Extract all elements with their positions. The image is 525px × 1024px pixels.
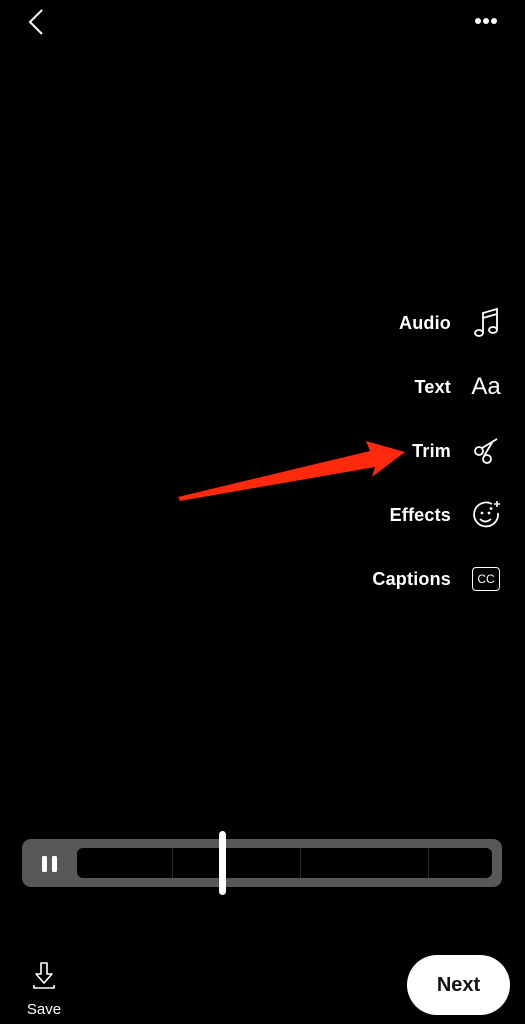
next-button[interactable]: Next	[407, 955, 510, 1015]
frame-divider	[300, 848, 301, 878]
tool-text[interactable]: Text Aa	[415, 367, 503, 407]
download-icon	[33, 962, 55, 989]
tool-audio[interactable]: Audio	[399, 303, 503, 343]
pause-button[interactable]	[42, 856, 58, 872]
back-button[interactable]	[24, 6, 54, 38]
video-filmstrip[interactable]	[77, 848, 492, 878]
save-label: Save	[26, 1001, 62, 1018]
pause-icon-bar	[52, 856, 57, 872]
save-button[interactable]: Save	[18, 960, 70, 1022]
scissors-icon	[469, 434, 503, 468]
face-sparkle-icon	[469, 498, 503, 532]
tool-trim[interactable]: Trim	[412, 431, 503, 471]
pause-icon	[42, 856, 47, 872]
text-aa-icon: Aa	[469, 370, 503, 404]
playhead-handle[interactable]	[218, 831, 226, 895]
tool-captions[interactable]: Captions CC	[372, 559, 503, 599]
more-horizontal-icon	[475, 18, 497, 24]
cc-glyph: CC	[472, 567, 500, 591]
tool-label: Trim	[412, 440, 451, 461]
tool-label: Captions	[372, 568, 451, 589]
tool-label: Effects	[389, 504, 451, 525]
tool-label: Audio	[399, 312, 451, 333]
frame-divider	[428, 848, 429, 878]
text-aa-glyph: Aa	[471, 373, 501, 400]
timeline-scrubber[interactable]	[22, 839, 502, 887]
more-options-button[interactable]	[470, 10, 502, 32]
music-note-icon	[469, 306, 503, 340]
closed-captions-icon: CC	[469, 562, 503, 596]
tool-effects[interactable]: Effects	[390, 495, 503, 535]
tool-label: Text	[414, 376, 451, 397]
frame-divider	[172, 848, 173, 878]
chevron-left-icon	[28, 9, 43, 35]
